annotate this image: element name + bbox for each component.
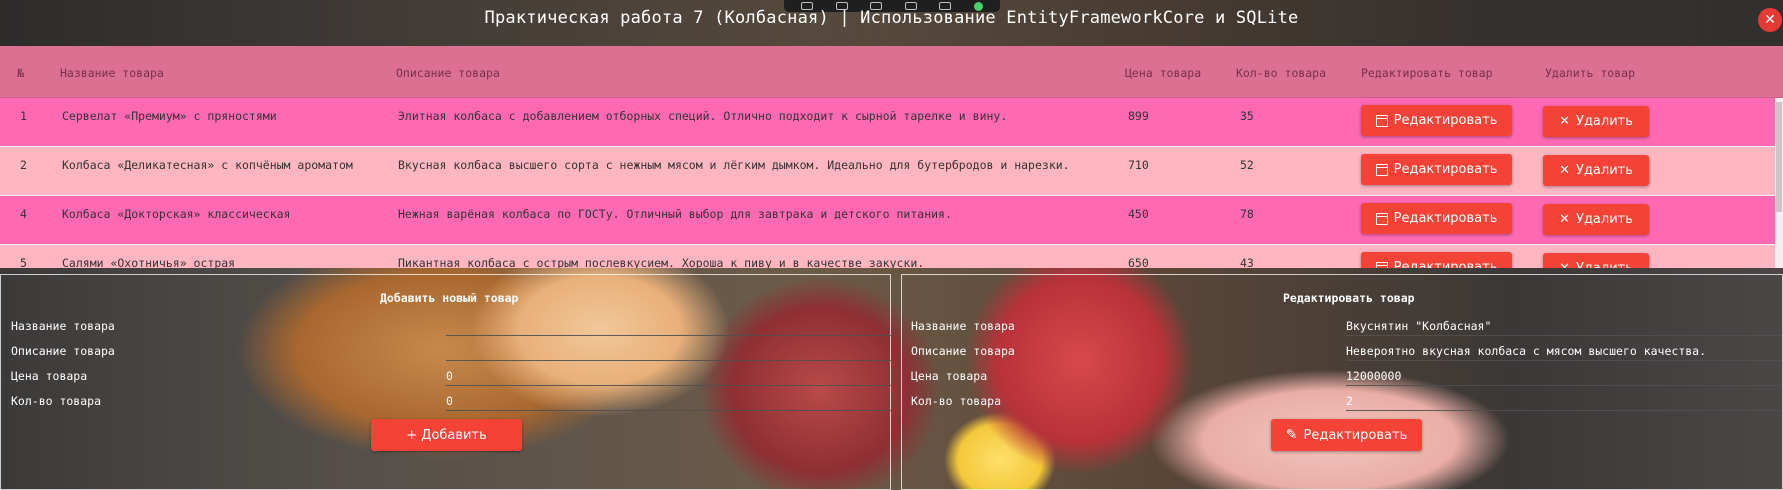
edit-form-title: Редактировать товар xyxy=(1283,291,1415,305)
close-button[interactable]: ✕ xyxy=(1758,8,1782,32)
cell-id: 2 xyxy=(20,158,27,172)
cell-price: 450 xyxy=(1128,207,1149,221)
scrollbar-thumb[interactable] xyxy=(1776,102,1782,212)
cell-name: Сервелат «Премиум» с пряностями xyxy=(62,109,277,123)
cell-price: 899 xyxy=(1128,109,1149,123)
column-header-delete[interactable]: Удалить товар xyxy=(1545,66,1635,80)
cell-name: Колбаса «Деликатесная» с копчёным аромат… xyxy=(62,158,353,172)
cell-quantity: 35 xyxy=(1240,109,1254,123)
delete-row-button[interactable]: ✕ Удалить xyxy=(1543,204,1649,235)
add-name-label: Название товара xyxy=(11,319,115,333)
table-row[interactable]: 5 Салями «Охотничья» острая Пикантная ко… xyxy=(0,245,1775,268)
table-row[interactable]: 2 Колбаса «Деликатесная» с копчёным аром… xyxy=(0,147,1775,196)
add-product-panel: Добавить новый товар Название товара Опи… xyxy=(0,274,891,490)
column-header-quantity[interactable]: Кол-во товара xyxy=(1236,66,1326,80)
edit-calendar-icon xyxy=(1375,212,1388,225)
edit-button-label: Редактировать xyxy=(1393,113,1498,128)
add-quantity-input[interactable]: 0 xyxy=(446,389,891,411)
add-description-label: Описание товара xyxy=(11,344,115,358)
add-quantity-label: Кол-во товара xyxy=(11,394,102,408)
column-header-edit[interactable]: Редактировать товар xyxy=(1361,66,1493,80)
edit-button-label: Редактировать xyxy=(1393,162,1498,177)
add-form-title: Добавить новый товар xyxy=(380,291,519,305)
edit-calendar-icon xyxy=(1375,163,1388,176)
cell-quantity: 52 xyxy=(1240,158,1254,172)
edit-quantity-label: Кол-во товара xyxy=(911,394,1002,408)
edit-row-button[interactable]: Редактировать xyxy=(1361,105,1512,136)
delete-button-label: Удалить xyxy=(1576,261,1633,268)
column-header-name[interactable]: Название товара xyxy=(60,66,164,80)
cell-name: Колбаса «Докторская» классическая xyxy=(62,207,291,221)
edit-calendar-icon xyxy=(1375,114,1388,127)
edit-price-input[interactable]: 12000000 xyxy=(1346,364,1782,386)
column-header-description[interactable]: Описание товара xyxy=(396,66,500,80)
cell-quantity: 43 xyxy=(1240,256,1254,268)
save-edit-label: Редактировать xyxy=(1303,427,1408,443)
delete-button-label: Удалить xyxy=(1576,114,1633,129)
edit-name-label: Название товара xyxy=(911,319,1015,333)
column-header-price[interactable]: Цена товара xyxy=(1125,66,1201,80)
table-row[interactable]: 1 Сервелат «Премиум» с пряностями Элитна… xyxy=(0,98,1775,147)
cell-description: Вкусная колбаса высшего сорта с нежным м… xyxy=(398,158,1070,172)
close-icon: ✕ xyxy=(1559,260,1571,269)
delete-row-button[interactable]: ✕ Удалить xyxy=(1543,253,1649,268)
cell-price: 710 xyxy=(1128,158,1149,172)
edit-description-input[interactable]: Невероятно вкусная колбаса с мясом высше… xyxy=(1346,339,1782,361)
add-name-input[interactable] xyxy=(446,314,891,336)
edit-description-label: Описание товара xyxy=(911,344,1015,358)
edit-calendar-icon xyxy=(1375,261,1388,268)
edit-product-panel: Редактировать товар Название товара Вкус… xyxy=(901,274,1783,490)
pencil-icon: ✎ xyxy=(1285,427,1298,443)
cell-price: 650 xyxy=(1128,256,1149,268)
edit-name-input[interactable]: Вкуснятин "Колбасная" xyxy=(1346,314,1782,336)
cell-id: 4 xyxy=(20,207,27,221)
close-icon: ✕ xyxy=(1559,211,1571,227)
cell-description: Нежная варёная колбаса по ГОСТу. Отличны… xyxy=(398,207,952,221)
close-icon: ✕ xyxy=(1559,113,1571,129)
grid-scrollbar[interactable] xyxy=(1775,98,1783,268)
edit-price-label: Цена товара xyxy=(911,369,988,383)
cell-id: 1 xyxy=(20,109,27,123)
delete-row-button[interactable]: ✕ Удалить xyxy=(1543,106,1649,137)
cell-description: Пикантная колбаса с острым послевкусием.… xyxy=(398,256,925,268)
delete-button-label: Удалить xyxy=(1576,212,1633,227)
add-product-button[interactable]: + Добавить xyxy=(371,419,522,451)
title-bar: Практическая работа 7 (Колбасная) | Испо… xyxy=(0,0,1783,46)
cell-name: Салями «Охотничья» острая xyxy=(62,256,236,268)
edit-quantity-input[interactable]: 2 xyxy=(1346,389,1782,411)
delete-button-label: Удалить xyxy=(1576,163,1633,178)
table-row[interactable]: 4 Колбаса «Докторская» классическая Нежн… xyxy=(0,196,1775,245)
edit-row-button[interactable]: Редактировать xyxy=(1361,252,1512,268)
grid-header: № Название товара Описание товара Цена т… xyxy=(0,46,1783,98)
cell-description: Элитная колбаса с добавлением отборных с… xyxy=(398,109,1008,123)
add-price-label: Цена товара xyxy=(11,369,88,383)
products-grid: № Название товара Описание товара Цена т… xyxy=(0,46,1783,268)
cell-quantity: 78 xyxy=(1240,207,1254,221)
close-icon: ✕ xyxy=(1559,162,1571,178)
save-edit-button[interactable]: ✎ Редактировать xyxy=(1271,419,1422,451)
edit-button-label: Редактировать xyxy=(1393,211,1498,226)
window-title: Практическая работа 7 (Колбасная) | Испо… xyxy=(484,8,1299,28)
edit-row-button[interactable]: Редактировать xyxy=(1361,203,1512,234)
delete-row-button[interactable]: ✕ Удалить xyxy=(1543,155,1649,186)
cell-id: 5 xyxy=(20,256,27,268)
edit-button-label: Редактировать xyxy=(1393,260,1498,268)
add-description-input[interactable] xyxy=(446,339,891,361)
add-price-input[interactable]: 0 xyxy=(446,364,891,386)
column-header-number[interactable]: № xyxy=(17,66,24,80)
edit-row-button[interactable]: Редактировать xyxy=(1361,154,1512,185)
